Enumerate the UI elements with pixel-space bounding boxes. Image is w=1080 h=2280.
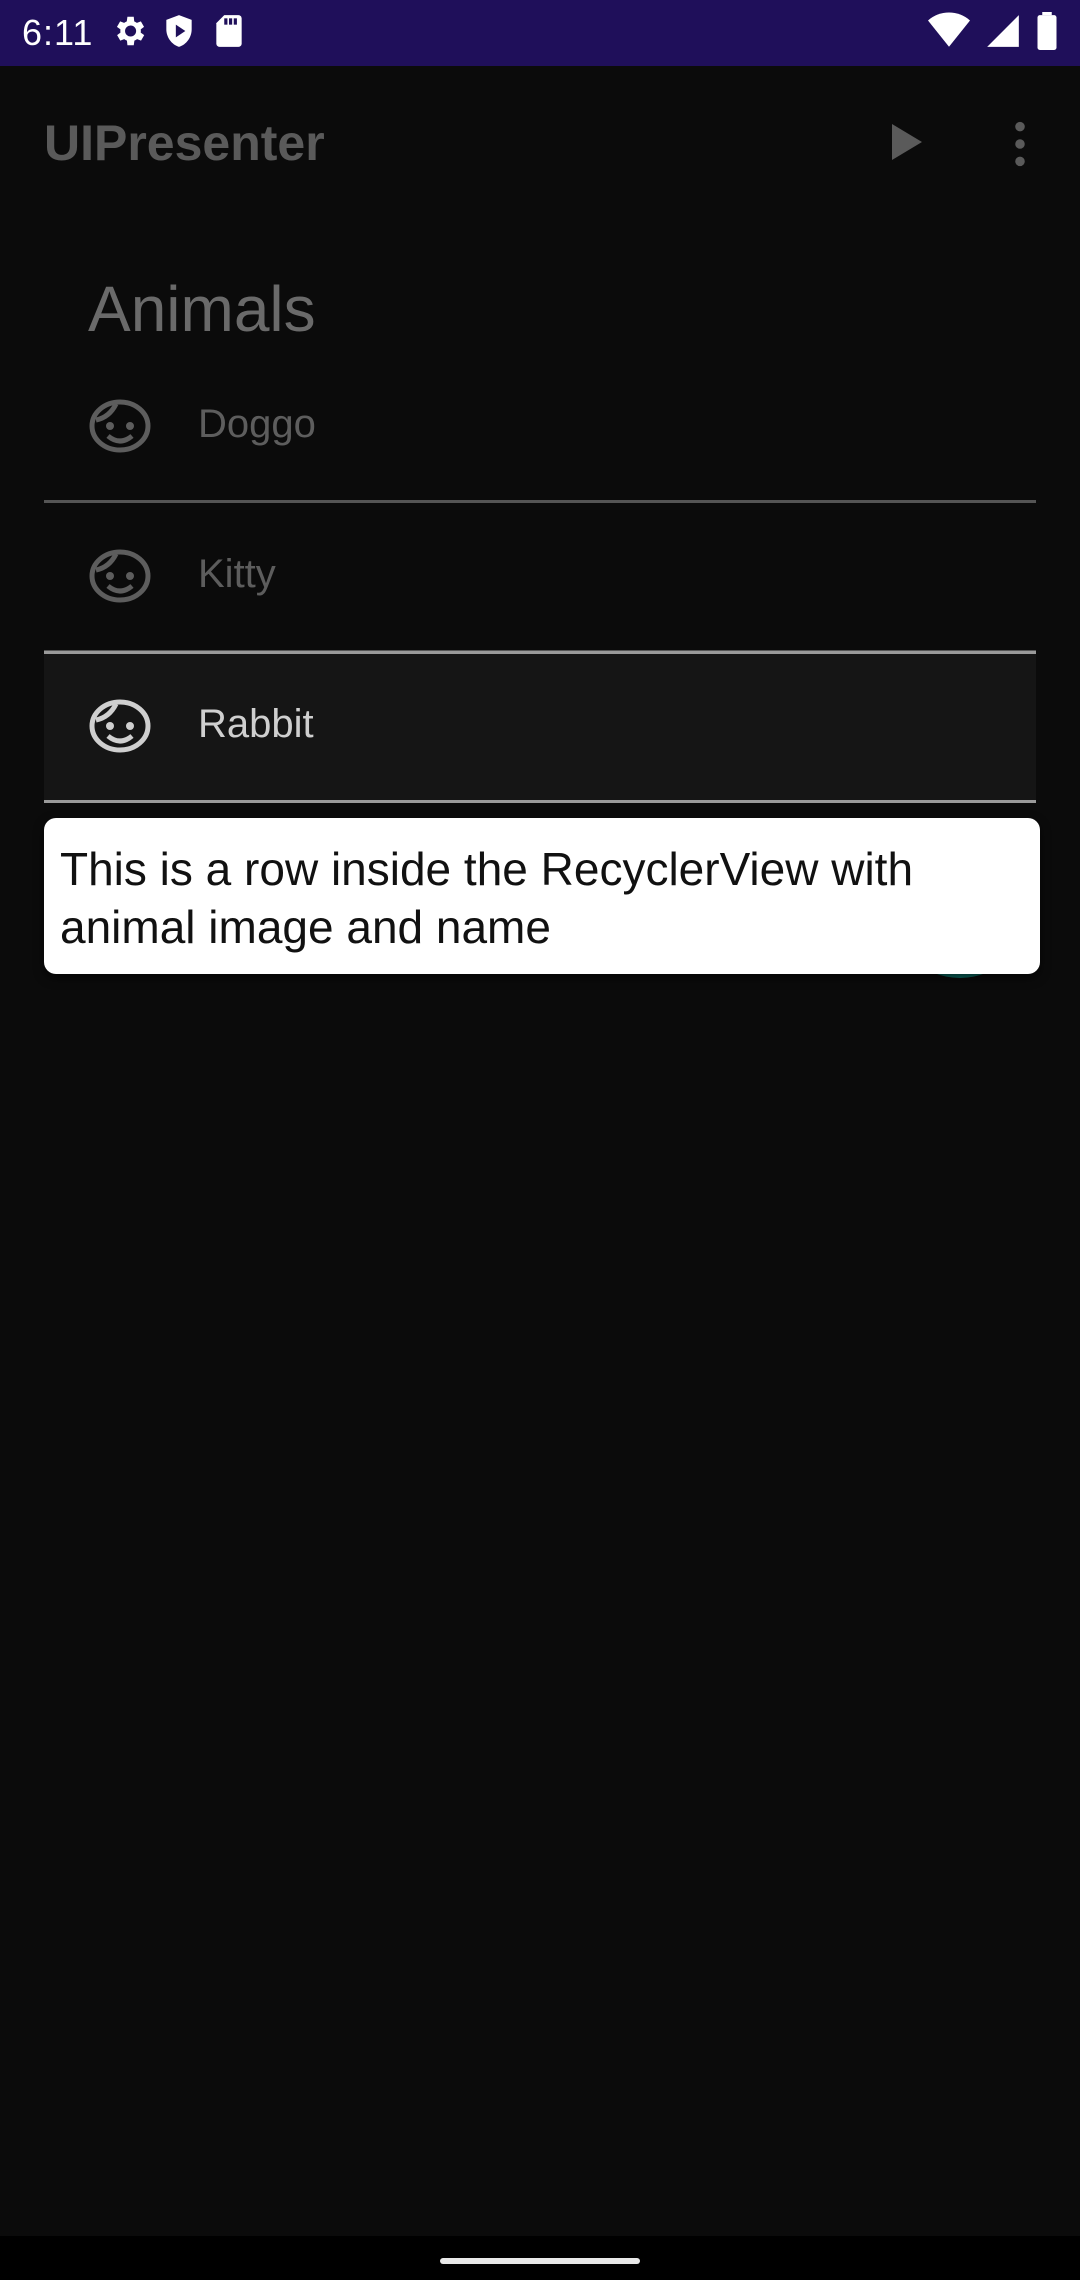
shield-icon [160,12,198,55]
list-item-label: Rabbit [198,702,314,746]
list-heading: Animals [88,273,316,345]
face-icon [88,546,152,606]
home-handle[interactable] [440,2258,640,2264]
sd-card-icon [210,12,248,55]
face-icon [88,696,152,756]
list-item[interactable]: Kitty [44,504,1036,653]
signal-icon [984,12,1022,55]
list-item-highlighted[interactable]: Rabbit [44,651,1036,803]
tooltip: This is a row inside the RecyclerView wi… [44,818,1040,974]
app-bar: UIPresenter [0,66,1080,220]
status-bar: 6:11 [0,0,1080,66]
status-time: 6:11 [22,12,94,53]
list-item-label: Doggo [198,402,316,446]
tooltip-text: This is a row inside the RecyclerView wi… [60,843,914,953]
more-vert-icon[interactable] [1002,118,1038,170]
list-item[interactable]: Doggo [44,354,1036,503]
list-item-label: Kitty [198,552,276,596]
battery-icon [1036,11,1058,55]
play-icon[interactable] [880,118,928,166]
app-title: UIPresenter [44,115,325,171]
wifi-icon [928,11,970,55]
settings-icon [110,12,148,55]
navigation-bar [0,2236,1080,2280]
face-icon [88,396,152,456]
